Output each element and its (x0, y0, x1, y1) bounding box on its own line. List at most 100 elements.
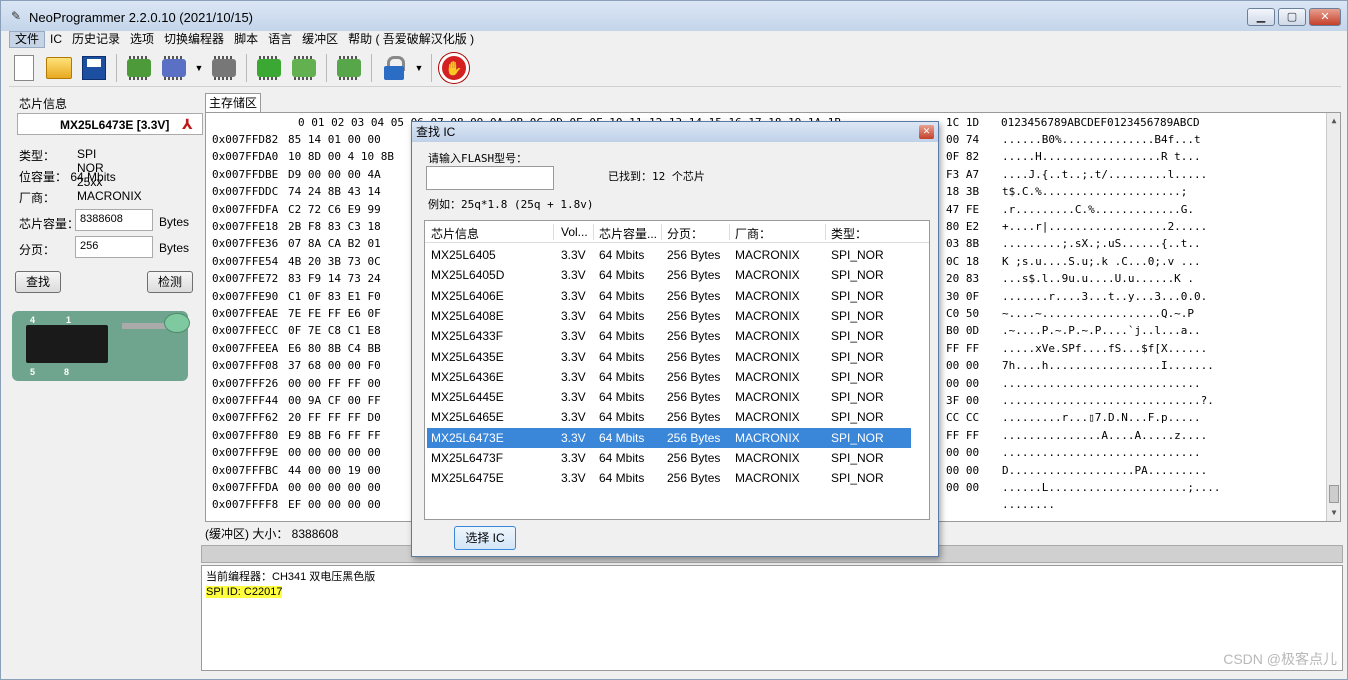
scroll-up-arrow-icon[interactable]: ▲ (1328, 115, 1340, 127)
cell-type: SPI_NOR (831, 349, 884, 364)
cell-vendor: MACRONIX (735, 248, 800, 262)
hex-row-tail-bytes: 00 00 (946, 463, 980, 477)
minimize-button[interactable]: ▁ (1247, 8, 1275, 26)
ic-result-row[interactable]: MX25L6473F 3.3V 64 Mbits 256 Bytes MACRONIX S… (427, 448, 911, 468)
dialog-close-icon[interactable]: ✕ (919, 125, 934, 139)
col-vendor[interactable]: 厂商： (735, 225, 771, 242)
erase-chip-button[interactable] (209, 53, 239, 83)
scroll-thumb[interactable] (1329, 485, 1339, 503)
hex-vertical-scrollbar[interactable]: ▲ ▼ (1326, 113, 1340, 521)
auto-chip-button[interactable] (334, 53, 364, 83)
ic-result-row[interactable]: MX25L6436E 3.3V 64 Mbits 256 Bytes MACRONIX S… (427, 367, 911, 387)
tab-main-memory[interactable]: 主存储区 (205, 93, 261, 113)
ic-result-row[interactable]: MX25L6408E 3.3V 64 Mbits 256 Bytes MACRONIX S… (427, 306, 911, 326)
menu-file[interactable]: 文件 (9, 31, 46, 48)
cell-type: SPI_NOR (831, 329, 884, 344)
menu-buffer[interactable]: 缓冲区 (297, 31, 343, 48)
page-size-field[interactable]: 256 (75, 236, 153, 258)
chip-info-panel: 芯片信息 MX25L6473E [3.3V] ⅄ 类型： SPI NOR 25x… (9, 91, 203, 671)
hex-row-bytes: 74 24 8B 43 14 (288, 185, 381, 199)
read-dropdown-arrow[interactable]: ▼ (194, 53, 204, 83)
cell-voltage: 3.3V (561, 430, 586, 445)
hex-row-ascii: D...................PA......... (1002, 463, 1208, 477)
save-file-button[interactable] (79, 53, 109, 83)
scroll-down-arrow-icon[interactable]: ▼ (1328, 507, 1340, 519)
ic-result-row[interactable]: MX25L6465E 3.3V 64 Mbits 256 Bytes MACRONIX S… (427, 407, 911, 427)
hex-row-address: 0x007FFF9E (212, 446, 279, 460)
window-title: NeoProgrammer 2.2.0.10 (2021/10/15) (29, 10, 254, 25)
hex-row-bytes: 37 68 00 00 F0 (288, 359, 381, 373)
hex-row-tail-bytes: 00 00 (946, 359, 980, 373)
find-button[interactable]: 查找 (15, 271, 61, 293)
hex-row-bytes: E6 80 8B C4 BB (288, 341, 381, 355)
hex-row-address: 0x007FFDA0 (212, 150, 279, 164)
menu-switch-programmer[interactable]: 切换编程器 (159, 31, 229, 48)
cell-capacity: 64 Mbits (599, 329, 645, 344)
hex-row-ascii: .............................. (1002, 376, 1201, 390)
new-file-button[interactable] (9, 53, 39, 83)
menu-options[interactable]: 选项 (125, 31, 159, 48)
pdf-datasheet-icon[interactable]: ⅄ (182, 116, 198, 132)
hex-row-address: 0x007FFECC (212, 324, 279, 338)
menu-bar: 文件 IC 历史记录 选项 切换编程器 脚本 语言 缓冲区 帮助 ( 吾爱破解汉… (9, 31, 1341, 48)
capacity-label: 位容量： (19, 170, 68, 184)
hex-row-ascii: ........ (1002, 498, 1055, 512)
col-chip-info[interactable]: 芯片信息 (431, 225, 479, 242)
detect-chip-button[interactable] (124, 53, 154, 83)
col-type[interactable]: 类型： (831, 225, 867, 242)
menu-script[interactable]: 脚本 (229, 31, 263, 48)
cell-chip-name: MX25L6408E (431, 308, 504, 323)
app-window: ✎ NeoProgrammer 2.2.0.10 (2021/10/15) ▁ … (0, 0, 1348, 680)
menu-ic[interactable]: IC (45, 31, 67, 48)
detect-button[interactable]: 检测 (147, 271, 193, 293)
ic-result-row[interactable]: MX25L6475E 3.3V 64 Mbits 256 Bytes MACRONIX S… (427, 468, 911, 488)
cell-capacity: 64 Mbits (599, 349, 645, 364)
cell-type: SPI_NOR (831, 390, 884, 405)
ic-results-table: 芯片信息 Vol... 芯片容量... 分页： 厂商： 类型： MX25L640… (424, 220, 930, 520)
verify-chip-button[interactable] (289, 53, 319, 83)
chip-name: MX25L6473E [3.3V] (60, 118, 170, 132)
app-icon: ✎ (11, 9, 22, 23)
ic-result-row[interactable]: MX25L6405D 3.3V 64 Mbits 256 Bytes MACRONIX S… (427, 265, 911, 285)
cell-capacity: 64 Mbits (599, 390, 645, 405)
log-line-spi-id: SPI ID: C22017 (206, 586, 283, 598)
protect-dropdown-arrow[interactable]: ▼ (414, 53, 424, 83)
ic-result-row[interactable]: MX25L6435E 3.3V 64 Mbits 256 Bytes MACRONIX S… (427, 347, 911, 367)
hex-row-bytes: 00 00 00 00 00 (288, 446, 381, 460)
write-chip-button[interactable] (254, 53, 284, 83)
toolbar-separator (246, 53, 247, 82)
ic-result-row[interactable]: MX25L6473E 3.3V 64 Mbits 256 Bytes MACRONIX S… (427, 427, 911, 448)
chip-erase-icon (212, 55, 236, 80)
ic-result-row[interactable]: MX25L6405 3.3V 64 Mbits 256 Bytes MACRONIX SP… (427, 245, 911, 265)
title-bar: ✎ NeoProgrammer 2.2.0.10 (2021/10/15) ▁ … (1, 1, 1347, 31)
col-voltage[interactable]: Vol... (561, 225, 588, 239)
col-page[interactable]: 分页： (667, 225, 703, 242)
read-chip-button[interactable] (159, 53, 189, 83)
menu-help[interactable]: 帮助 ( 吾爱破解汉化版 ) (343, 31, 479, 48)
protect-button[interactable] (379, 53, 409, 83)
hex-row-address: 0x007FFDBE (212, 167, 279, 181)
hex-row-address: 0x007FFF44 (212, 394, 279, 407)
close-button[interactable]: ✕ (1309, 8, 1341, 26)
ic-result-row[interactable]: MX25L6445E 3.3V 64 Mbits 256 Bytes MACRONIX S… (427, 387, 911, 407)
csdn-watermark: CSDN @极客点儿 (1223, 651, 1337, 667)
maximize-button[interactable]: ▢ (1278, 8, 1306, 26)
flash-model-input[interactable] (426, 166, 554, 190)
hex-row-bytes: 2B F8 83 C3 18 (288, 220, 381, 233)
pin-1-label: 1 (66, 315, 72, 325)
select-ic-button[interactable]: 选择 IC (454, 526, 516, 550)
cell-vendor: MACRONIX (735, 329, 800, 344)
ic-result-row[interactable]: MX25L6433F 3.3V 64 Mbits 256 Bytes MACRONIX S… (427, 326, 911, 346)
menu-history[interactable]: 历史记录 (67, 31, 125, 48)
cell-chip-name: MX25L6475E (431, 471, 504, 486)
chip-size-field[interactable]: 8388608 (75, 209, 153, 231)
hex-row-bytes: C2 72 C6 E9 99 (288, 202, 381, 216)
col-capacity[interactable]: 芯片容量... (599, 225, 657, 242)
ic-result-row[interactable]: MX25L6406E 3.3V 64 Mbits 256 Bytes MACRONIX S… (427, 286, 911, 306)
stop-button[interactable]: ✋ (439, 52, 469, 83)
cell-page: 256 Bytes (667, 369, 721, 384)
open-file-button[interactable] (44, 53, 74, 83)
cell-chip-name: MX25L6433F (431, 329, 504, 344)
menu-language[interactable]: 语言 (263, 31, 297, 48)
lock-icon (384, 55, 405, 80)
